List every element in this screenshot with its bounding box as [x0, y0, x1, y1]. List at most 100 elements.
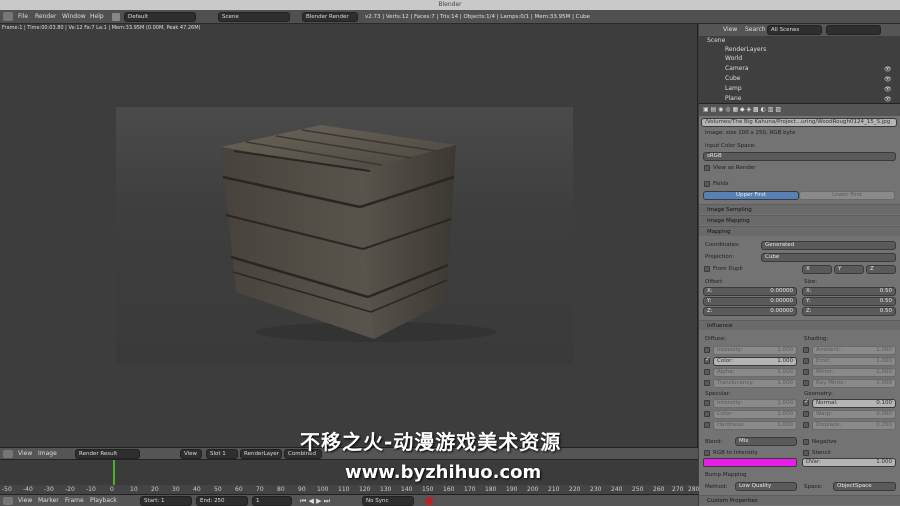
fields-checkbox[interactable] — [704, 181, 710, 187]
menu-view[interactable]: View — [18, 450, 32, 457]
menu-render[interactable]: Render — [35, 13, 56, 20]
diffuse-translucency-checkbox[interactable] — [704, 380, 710, 386]
diffuse-intensity-field[interactable]: Intensity: 1.000 — [713, 346, 797, 355]
dvar-field[interactable]: DVar: 1.000 — [802, 458, 896, 467]
outliner-search-menu[interactable]: Search — [745, 26, 766, 33]
image-mapping-panel[interactable]: Image Mapping — [699, 215, 900, 225]
outliner-search-input[interactable] — [826, 25, 881, 35]
size-z-field[interactable]: Z: 0.50 — [802, 307, 896, 316]
start-frame-field[interactable]: Start: 1 — [140, 496, 192, 506]
outliner-item-cube[interactable]: Cube — [725, 75, 741, 82]
shading-ray-mirror-field[interactable]: Ray Mirror: 1.000 — [812, 379, 896, 388]
view-select[interactable]: View — [180, 449, 202, 459]
outliner-item-scene[interactable]: Scene — [707, 37, 725, 44]
size-x-field[interactable]: X: 0.50 — [802, 287, 896, 296]
geometry-warp-field[interactable]: Warp: 0.000 — [812, 410, 896, 419]
shading-ambient-field[interactable]: Ambient: 1.000 — [812, 346, 896, 355]
specular-color-checkbox[interactable] — [704, 411, 710, 417]
menu-file[interactable]: File — [18, 13, 28, 20]
coordinates-select[interactable]: Generated — [761, 241, 896, 250]
eye-icon[interactable]: 👁 — [884, 66, 892, 73]
menu-marker[interactable]: Marker — [38, 497, 59, 504]
specular-intensity-checkbox[interactable] — [704, 400, 710, 406]
geometry-displace-field[interactable]: Displace: 0.200 — [812, 421, 896, 430]
record-icon[interactable] — [425, 497, 433, 505]
editor-type-icon[interactable] — [3, 497, 13, 505]
diffuse-color-field[interactable]: Color: 1.000 — [713, 357, 797, 366]
slot-select[interactable]: Slot 1 — [206, 449, 238, 459]
color-space-select[interactable]: sRGB — [703, 152, 896, 161]
image-filepath-field[interactable]: /Volumes/The Big Kahuna/Project...uring/… — [701, 118, 897, 127]
custom-properties-panel[interactable]: Custom Properties — [699, 495, 900, 505]
sync-select[interactable]: No Sync — [362, 496, 414, 506]
upper-first-button[interactable]: Upper First — [703, 191, 799, 200]
outliner-item-renderlayers[interactable]: RenderLayers — [725, 46, 766, 53]
playback-controls-icon[interactable]: ⏮ ◀ ▶ ⏭ — [300, 497, 330, 506]
blend-color-swatch[interactable] — [703, 458, 797, 467]
shading-mirror-checkbox[interactable] — [803, 369, 809, 375]
outliner-view-menu[interactable]: View — [723, 26, 737, 33]
mapping-panel[interactable]: Mapping — [699, 226, 900, 236]
menu-frame[interactable]: Frame — [65, 497, 84, 504]
shading-emit-field[interactable]: Emit: 1.000 — [812, 357, 896, 366]
eye-icon[interactable]: 👁 — [884, 76, 892, 83]
outliner-item-lamp[interactable]: Lamp — [725, 85, 742, 92]
outliner-item-plane[interactable]: Plane — [725, 95, 741, 102]
axis-x-select[interactable]: X — [802, 265, 832, 274]
geometry-warp-checkbox[interactable] — [803, 411, 809, 417]
bump-space-select[interactable]: ObjectSpace — [833, 482, 896, 491]
specular-color-field[interactable]: Color: 1.000 — [713, 410, 797, 419]
scene-select[interactable]: Scene — [218, 12, 290, 22]
view-as-render-checkbox[interactable] — [704, 165, 710, 171]
shading-mirror-field[interactable]: Mirror: 1.000 — [812, 368, 896, 377]
influence-panel[interactable]: Influence — [699, 320, 900, 330]
shading-ambient-checkbox[interactable] — [803, 347, 809, 353]
menu-help[interactable]: Help — [90, 13, 104, 20]
offset-y-field[interactable]: Y: 0.00000 — [703, 297, 797, 306]
layout-select[interactable]: Default — [124, 12, 196, 22]
shading-ray-mirror-checkbox[interactable] — [803, 380, 809, 386]
menu-image[interactable]: Image — [38, 450, 57, 457]
projection-select[interactable]: Cube — [761, 253, 896, 262]
properties-context-icons[interactable]: ▣ ▤ ◉ ◎ ▦ ◆ ◈ ▩ ◐ ▥ ▨ — [703, 106, 781, 113]
specular-hardness-checkbox[interactable] — [704, 422, 710, 428]
blend-select[interactable]: Mix — [735, 437, 797, 446]
specular-intensity-field[interactable]: Intensity: 1.000 — [713, 399, 797, 408]
diffuse-alpha-field[interactable]: Alpha: 1.000 — [713, 368, 797, 377]
image-name-field[interactable]: Render Result — [75, 449, 140, 459]
bump-method-select[interactable]: Low Quality — [735, 482, 797, 491]
menu-playback[interactable]: Playback — [90, 497, 117, 504]
geometry-normal-field[interactable]: Normal: 0.100 — [812, 399, 896, 408]
current-frame-field[interactable]: 1 — [252, 496, 292, 506]
shading-emit-checkbox[interactable] — [803, 358, 809, 364]
specular-hardness-field[interactable]: Hardness: 1.000 — [713, 421, 797, 430]
size-y-field[interactable]: Y: 0.50 — [802, 297, 896, 306]
layer-select[interactable]: RenderLayer — [240, 449, 282, 459]
editor-type-icon[interactable] — [3, 12, 13, 21]
axis-y-select[interactable]: Y — [834, 265, 864, 274]
editor-type-icon[interactable] — [3, 450, 13, 458]
geometry-normal-checkbox[interactable] — [803, 398, 809, 406]
diffuse-alpha-checkbox[interactable] — [704, 369, 710, 375]
menu-window[interactable]: Window — [62, 13, 86, 20]
end-frame-field[interactable]: End: 250 — [196, 496, 248, 506]
image-sampling-panel[interactable]: Image Sampling — [699, 204, 900, 214]
offset-x-field[interactable]: X: 0.00000 — [703, 287, 797, 296]
outliner-item-camera[interactable]: Camera — [725, 65, 749, 72]
diffuse-intensity-checkbox[interactable] — [704, 347, 710, 353]
eye-icon[interactable]: 👁 — [884, 96, 892, 103]
diffuse-color-checkbox[interactable] — [704, 356, 710, 364]
negative-checkbox[interactable] — [803, 439, 809, 445]
lower-first-button[interactable]: Lower First — [799, 191, 895, 200]
geometry-displace-checkbox[interactable] — [803, 422, 809, 428]
outliner-item-world[interactable]: World — [725, 55, 742, 62]
offset-z-field[interactable]: Z: 0.00000 — [703, 307, 797, 316]
outliner-filter-select[interactable]: All Scenes — [767, 25, 822, 35]
stencil-checkbox[interactable] — [803, 450, 809, 456]
from-dupli-checkbox[interactable] — [704, 266, 710, 272]
axis-z-select[interactable]: Z — [866, 265, 896, 274]
render-engine-select[interactable]: Blender Render — [302, 12, 358, 22]
eye-icon[interactable]: 👁 — [884, 86, 892, 93]
rgb-to-intensity-checkbox[interactable] — [704, 450, 710, 456]
diffuse-translucency-field[interactable]: Translucency: 1.000 — [713, 379, 797, 388]
